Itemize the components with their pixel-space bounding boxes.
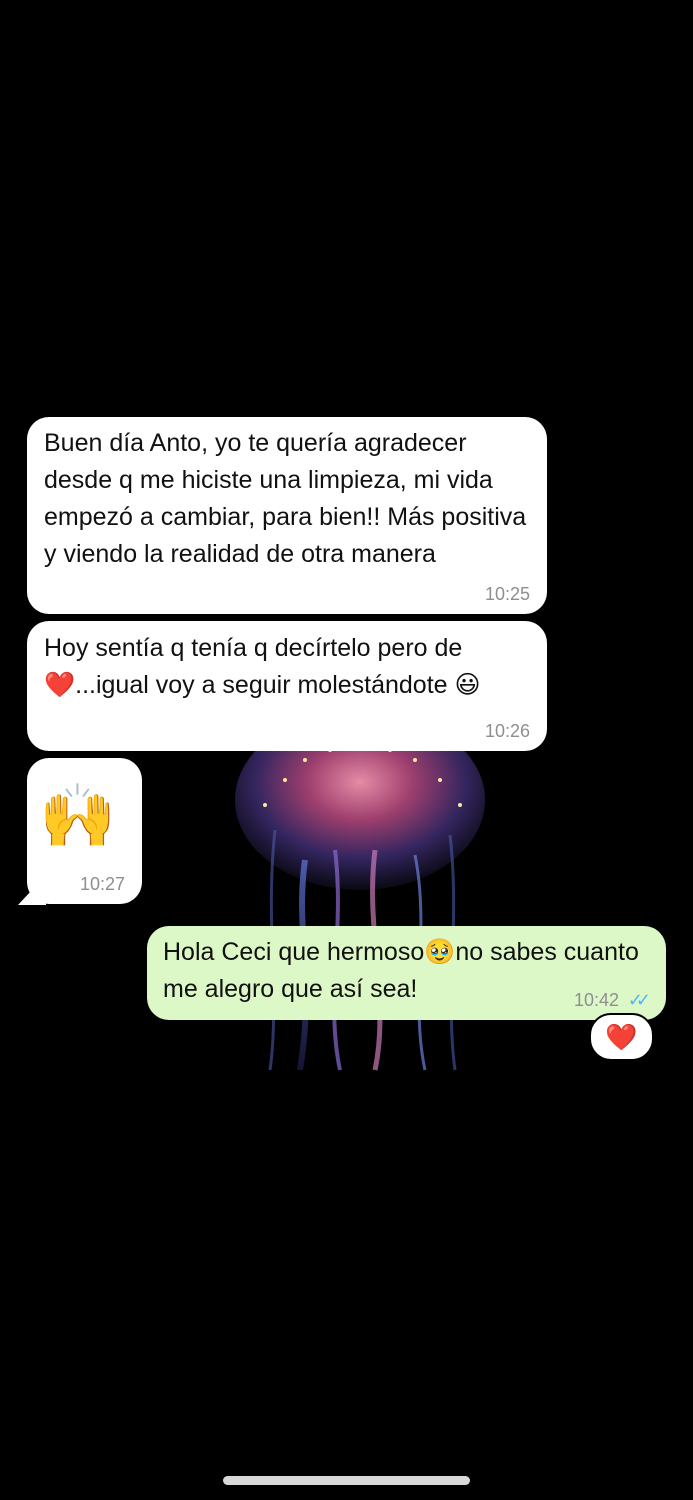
incoming-emoji-message-bubble[interactable]: 🙌 10:27 — [27, 758, 142, 904]
incoming-message-bubble[interactable]: Hoy sentía q tenía q decírtelo pero de ❤… — [27, 621, 547, 751]
home-indicator-bar[interactable] — [223, 1476, 470, 1485]
message-text: Hoy sentía q tenía q decírtelo pero de ❤… — [44, 634, 481, 699]
outgoing-message-bubble[interactable]: Hola Ceci que hermoso🥹no sabes cuanto me… — [147, 926, 666, 1020]
message-timestamp: 10:25 — [484, 584, 530, 604]
heart-reaction-badge[interactable]: ❤️ — [589, 1013, 654, 1061]
raising-hands-emoji: 🙌 — [39, 782, 117, 851]
message-timestamp: 10:26 — [484, 721, 530, 741]
heart-emoji-icon: ❤️ — [605, 1021, 638, 1052]
message-timestamp: 10:27 — [79, 874, 125, 894]
message-text: Buen día Anto, yo te quería agradecer de… — [44, 429, 527, 568]
read-receipt-double-check-icon: ✓✓ — [627, 990, 651, 1010]
message-timestamp: 10:42 — [573, 990, 619, 1010]
incoming-message-bubble[interactable]: Buen día Anto, yo te quería agradecer de… — [27, 417, 547, 614]
